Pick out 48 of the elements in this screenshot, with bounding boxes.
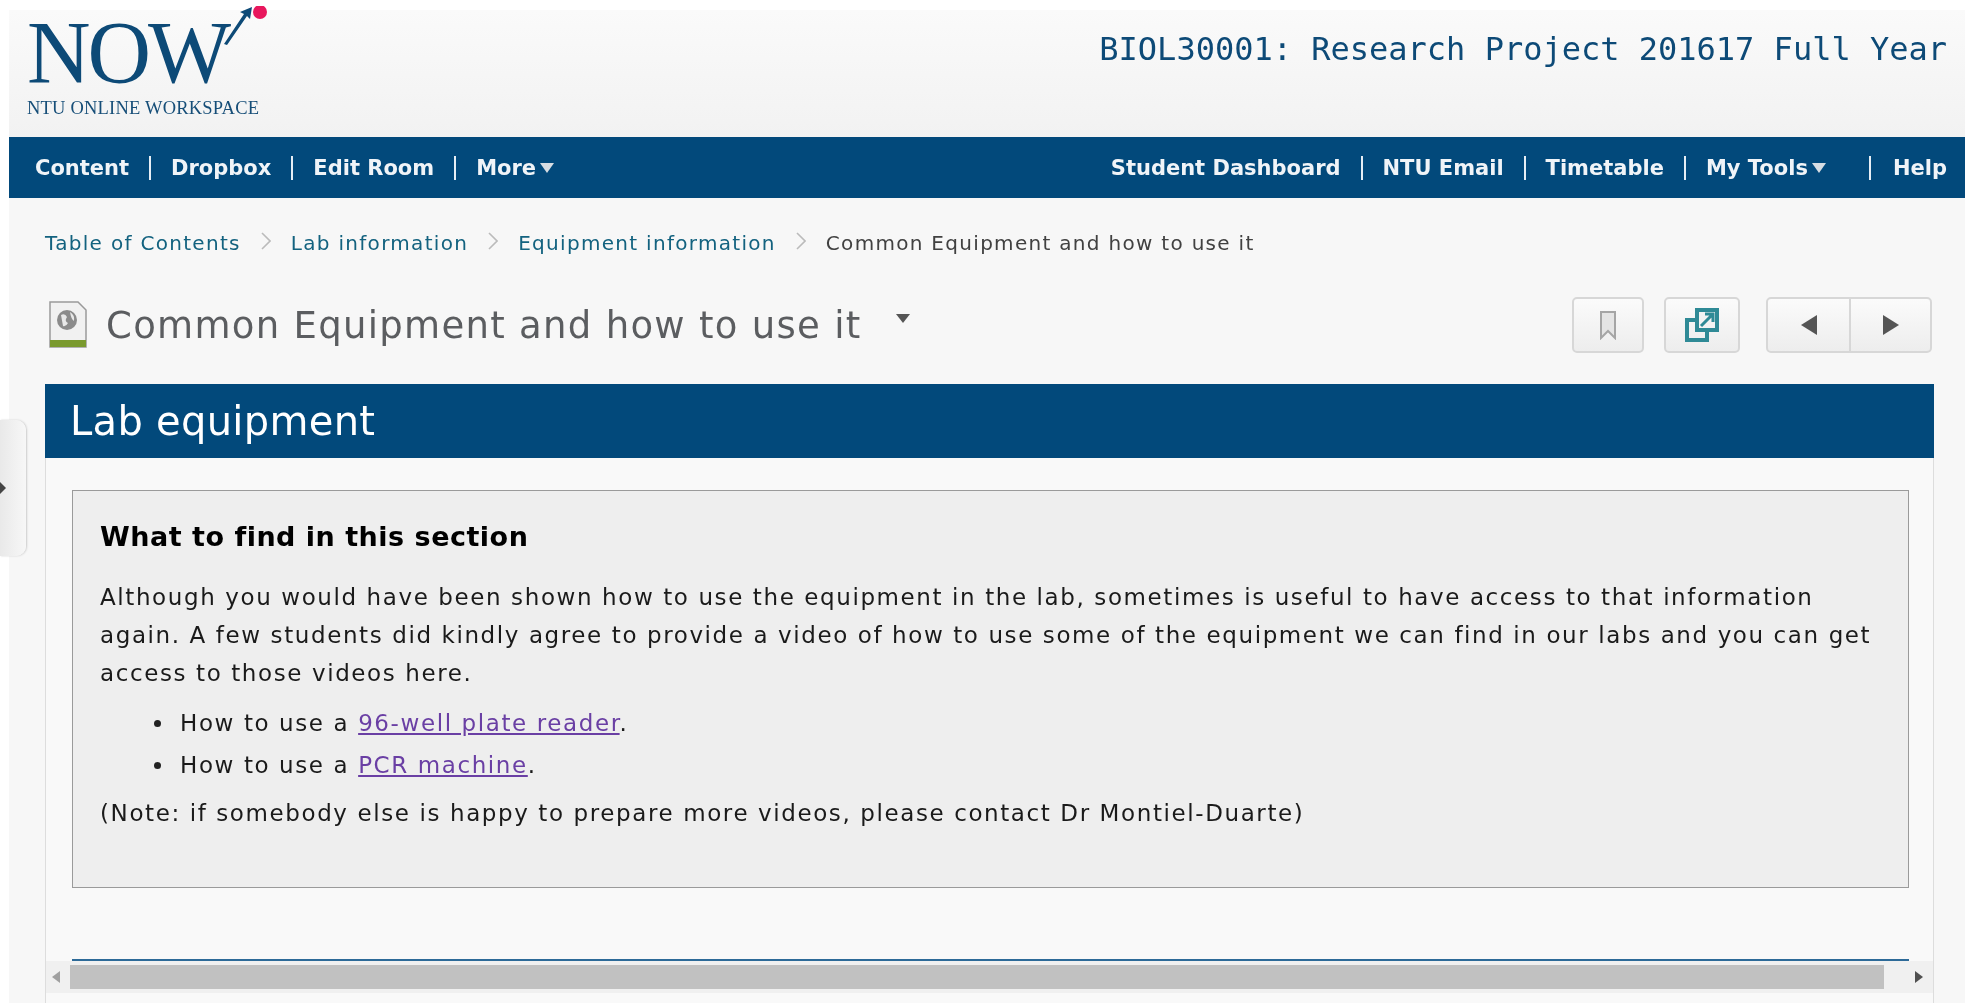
nav-link[interactable]: My Tools — [1685, 155, 1847, 180]
dropdown-arrow-icon — [1810, 161, 1827, 174]
breadcrumb-link[interactable]: Equipment information — [518, 231, 776, 255]
chevron-icon — [488, 232, 499, 250]
page-title: Common Equipment and how to use it — [106, 303, 862, 347]
breadcrumb-link[interactable]: Lab information — [290, 231, 469, 255]
section-header: Lab equipment — [45, 384, 1934, 458]
note-text: (Note: if somebody else is happy to prepare more videos, please contact Dr Montiel-Duarte) — [100, 799, 1306, 828]
right-arrow-icon — [1882, 315, 1899, 335]
video-link[interactable]: 96-well plate reader — [358, 710, 620, 736]
expand-arrow-icon — [0, 482, 6, 494]
nav-link[interactable]: Edit Room — [293, 155, 455, 180]
left-arrow-icon — [1800, 315, 1817, 335]
box-title: What to find in this section — [100, 521, 530, 552]
scroll-left-icon[interactable] — [52, 971, 62, 983]
logo-tagline: NTU ONLINE WORKSPACE — [27, 98, 261, 119]
chevron-icon — [260, 232, 271, 250]
nav-link[interactable]: Timetable — [1525, 155, 1684, 180]
bullet-icon — [154, 719, 161, 727]
breadcrumb-link[interactable]: Table of Contents — [45, 231, 241, 255]
new-window-icon — [1685, 308, 1719, 342]
bookmark-button[interactable] — [1572, 297, 1644, 353]
scroll-right-icon[interactable] — [1915, 971, 1925, 983]
scrollbar-thumb[interactable] — [70, 965, 1884, 989]
logo-wordmark: NOW — [27, 14, 229, 92]
nav-link[interactable]: Help — [1870, 155, 1959, 180]
nav-link[interactable]: Content — [15, 155, 150, 180]
nav-link[interactable]: Dropbox — [151, 155, 292, 180]
previous-button[interactable] — [1766, 297, 1850, 353]
chevron-icon — [795, 232, 806, 250]
video-link[interactable]: PCR machine — [358, 752, 528, 778]
course-title: BIOL30001: Research Project 201617 Full Year — [1099, 30, 1947, 68]
next-button[interactable] — [1850, 297, 1932, 353]
side-panel-toggle[interactable] — [0, 420, 26, 556]
dropdown-arrow-icon — [539, 161, 556, 174]
nav-link[interactable]: More — [456, 155, 576, 180]
intro-paragraph: Although you would have been shown how to use the equipment in the lab, sometimes is useful to have access to that information again. A few students did kindly agree to provide a video of how to use some of the equipment we can find in our labs and you can get access to those videos here. — [100, 583, 1873, 688]
breadcrumb-current: Common Equipment and how to use it — [825, 231, 1255, 255]
list-item-text: How to use a 96-well plate reader. — [180, 709, 629, 738]
web-page-icon — [48, 301, 88, 349]
open-in-new-window-button[interactable] — [1664, 297, 1740, 353]
caret-icon[interactable] — [895, 313, 910, 323]
list-item-text: How to use a PCR machine. — [180, 751, 537, 780]
nav-link[interactable]: NTU Email — [1362, 155, 1524, 180]
nav-link[interactable]: Student Dashboard — [1090, 155, 1361, 180]
horizontal-scrollbar[interactable] — [46, 961, 1933, 993]
bullet-icon — [154, 761, 161, 769]
bookmark-icon — [1599, 310, 1617, 340]
